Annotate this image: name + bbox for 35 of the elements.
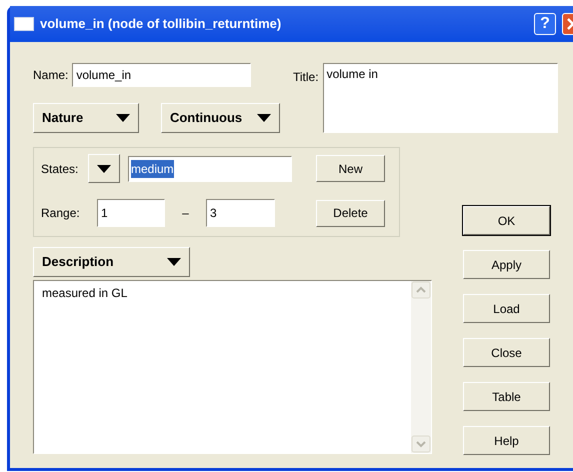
- help-title-button[interactable]: ?: [534, 13, 556, 35]
- range-separator: –: [181, 205, 190, 222]
- title-field[interactable]: volume in: [322, 63, 558, 133]
- dropdown-button[interactable]: Description: [33, 247, 190, 277]
- dialog-button[interactable]: Close: [463, 338, 550, 367]
- caret-icon: [97, 164, 111, 172]
- delete-button[interactable]: Delete: [316, 200, 385, 226]
- description-field[interactable]: measured in GL: [33, 280, 432, 454]
- states-label: States:: [41, 160, 80, 178]
- dropdown-button[interactable]: Nature: [33, 103, 139, 133]
- range-to-field[interactable]: 3: [206, 199, 275, 227]
- dialog-button[interactable]: OK: [463, 206, 550, 235]
- name-field[interactable]: volume_in: [72, 63, 252, 87]
- dialog-button[interactable]: Help: [463, 426, 550, 455]
- dropdown-button[interactable]: Continuous: [160, 103, 280, 133]
- caret-icon: [116, 114, 130, 122]
- dialog-button[interactable]: Apply: [463, 250, 550, 279]
- scrollbar[interactable]: [411, 281, 431, 453]
- new-button[interactable]: New: [316, 155, 385, 182]
- state-value: medium: [131, 160, 174, 178]
- dialog-button[interactable]: Table: [463, 382, 550, 411]
- window-icon: [14, 17, 34, 31]
- caret-icon: [257, 114, 271, 122]
- caret-icon: [167, 258, 181, 266]
- range-label: Range:: [41, 205, 81, 222]
- states-dropdown-button[interactable]: [88, 154, 120, 183]
- description-text: measured in GL: [41, 285, 128, 302]
- window-title: volume_in (node of tollibin_returntime): [40, 15, 282, 34]
- states-field[interactable]: medium: [128, 156, 292, 182]
- name-label: Name:: [33, 67, 68, 84]
- dialog-button[interactable]: Load: [463, 294, 550, 323]
- title-label: Title:: [293, 69, 319, 86]
- range-from-field[interactable]: 1: [97, 199, 165, 227]
- scroll-down-icon[interactable]: [411, 435, 431, 453]
- scroll-up-icon[interactable]: [411, 281, 431, 299]
